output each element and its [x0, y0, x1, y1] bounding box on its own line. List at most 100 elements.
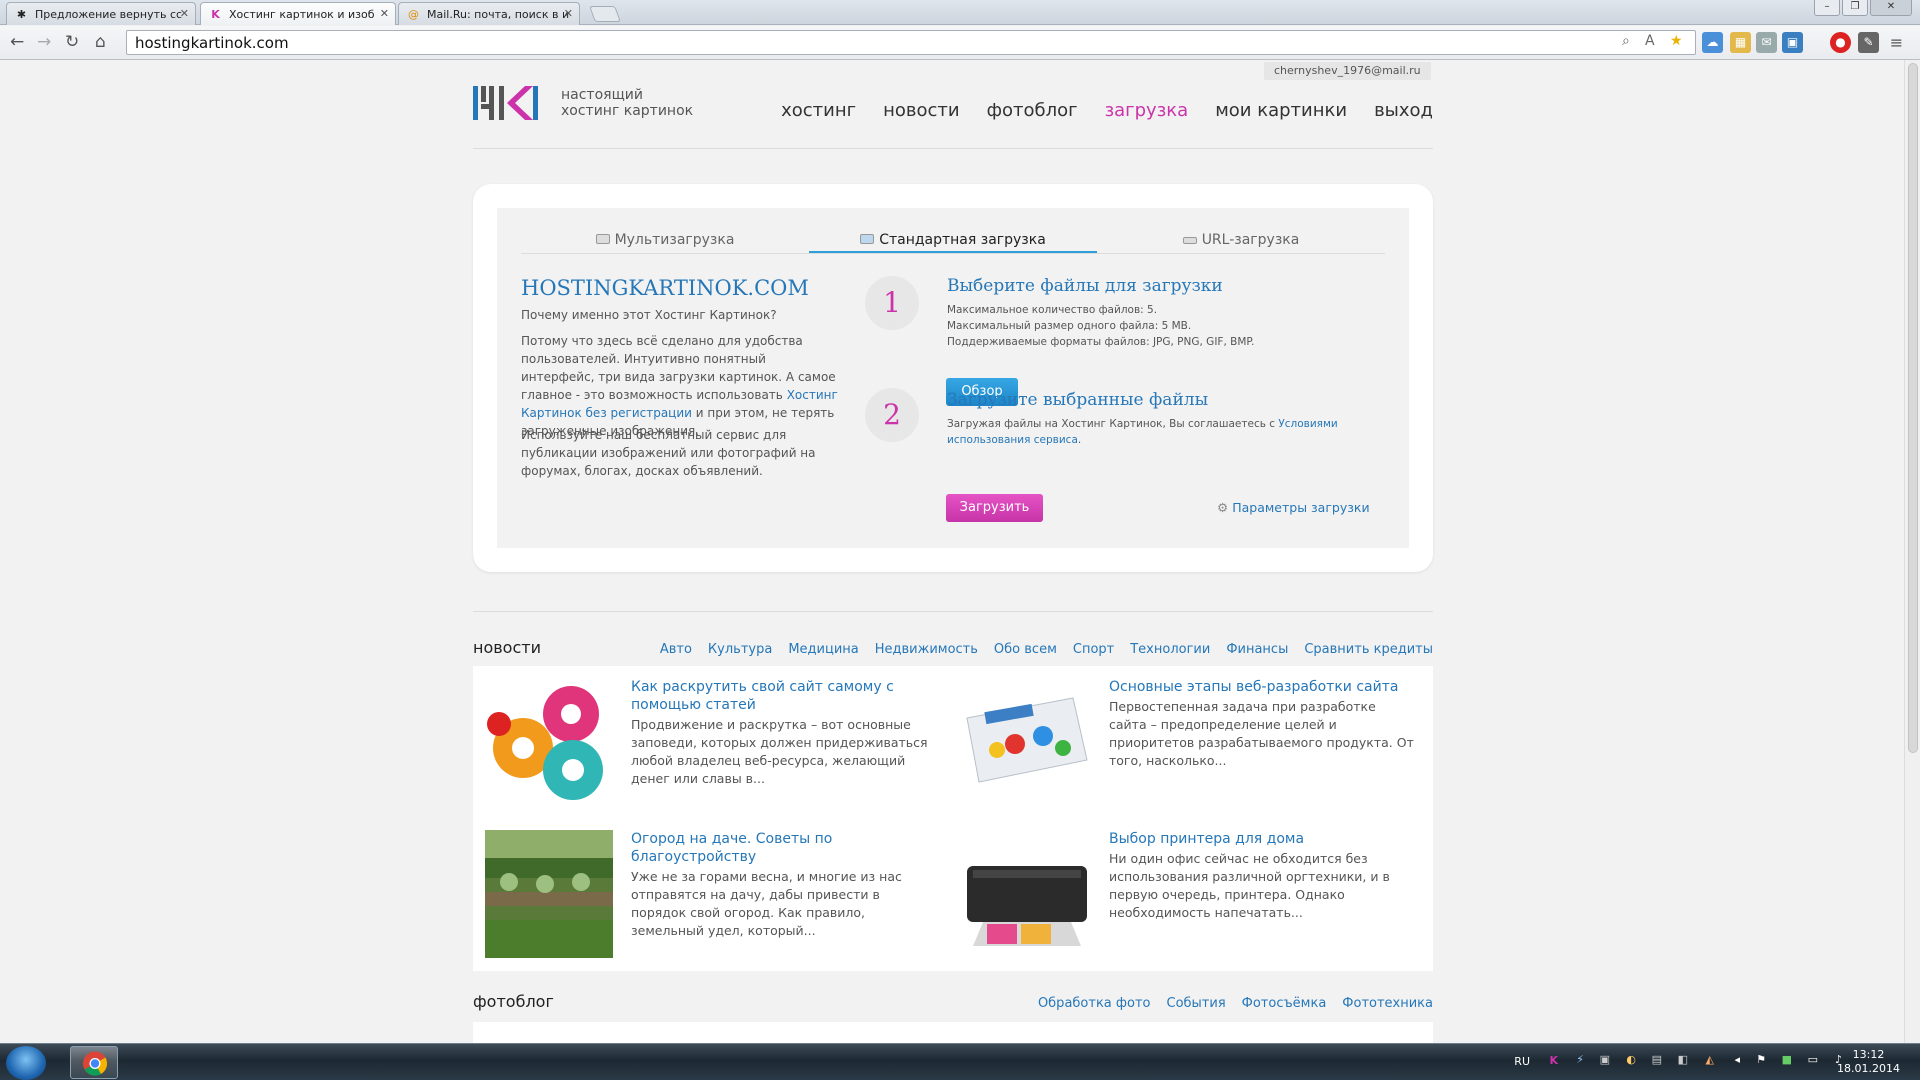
menu-icon[interactable]: ≡ [1886, 32, 1907, 53]
tray-flag-icon[interactable]: ⚑ [1756, 1053, 1766, 1066]
news-header: новости Авто Культура Медицина Недвижимо… [473, 638, 1433, 657]
tab-label: URL-загрузка [1201, 232, 1300, 248]
extension-weather-icon[interactable]: ☁ [1702, 32, 1723, 53]
scrollbar-thumb[interactable] [1908, 63, 1918, 753]
link-icon [1182, 237, 1197, 244]
news-category[interactable]: Спорт [1073, 642, 1114, 657]
extension-tools-icon[interactable]: ✎ [1858, 32, 1879, 53]
upload-params-link[interactable]: ⚙ Параметры загрузки [1217, 500, 1370, 515]
tray-app4-icon[interactable]: ◧ [1678, 1053, 1688, 1066]
gear-icon: ⚙ [1217, 500, 1229, 515]
extension-mail-icon[interactable]: ✉ [1756, 32, 1777, 53]
service-paragraph: Используйте наш бесплатный сервис для пу… [521, 428, 816, 478]
bookmark-star-icon[interactable]: ★ [1670, 33, 1683, 49]
logo-mark-icon [473, 86, 538, 120]
extension-adblock-icon[interactable]: ● [1830, 32, 1851, 53]
garden-image[interactable] [485, 830, 613, 958]
params-label: Параметры загрузки [1232, 500, 1370, 515]
news-item-text: Первостепенная задача при разработке сай… [1109, 699, 1414, 768]
nav-photoblog[interactable]: фотоблог [987, 100, 1078, 121]
tab-title: Предложение вернуть сс [35, 8, 183, 21]
photoblog-list [473, 1022, 1433, 1043]
photoblog-category[interactable]: Фототехника [1342, 996, 1433, 1011]
formats-text: Поддерживаемые форматы файлов: JPG, PNG,… [947, 336, 1255, 348]
address-bar[interactable]: hostingkartinok.com [126, 30, 1696, 55]
news-item-title[interactable]: Выбор принтера для дома [1109, 830, 1409, 848]
nav-hosting[interactable]: хостинг [781, 100, 856, 121]
clock-date: 18.01.2014 [1837, 1062, 1900, 1075]
news-item-text: Уже не за горами весна, и многие из нас … [631, 869, 902, 938]
logo-line-2: хостинг картинок [561, 103, 694, 119]
news-category[interactable]: Финансы [1226, 642, 1288, 657]
extension-screen-icon[interactable]: ▣ [1782, 32, 1803, 53]
reload-icon[interactable]: ↻ [65, 34, 79, 51]
news-category[interactable]: Недвижимость [875, 642, 978, 657]
news-category[interactable]: Технологии [1130, 642, 1210, 657]
page-scrollbar[interactable] [1904, 60, 1920, 1043]
news-category[interactable]: Обо всем [994, 642, 1057, 657]
tab-close-icon[interactable]: ✕ [380, 7, 389, 20]
close-window-button[interactable]: ✕ [1870, 0, 1912, 16]
home-icon[interactable]: ⌂ [95, 34, 106, 51]
nav-logout[interactable]: выход [1374, 100, 1433, 121]
news-item-text: Ни один офис сейчас не обходится без исп… [1109, 851, 1390, 920]
window-controls: – ❐ ✕ [1814, 0, 1912, 16]
tab-multi-upload[interactable]: Мультизагрузка [521, 228, 809, 253]
printer-image[interactable] [963, 830, 1091, 958]
tray-app3-icon[interactable]: ▤ [1652, 1053, 1662, 1066]
tray-app2-icon[interactable]: ◐ [1626, 1053, 1636, 1066]
site-logo[interactable]: настоящий хостинг картинок [473, 84, 693, 122]
news-category[interactable]: Авто [660, 642, 692, 657]
logo-tagline: настоящий хостинг картинок [561, 87, 693, 119]
system-clock[interactable]: 13:12 18.01.2014 [1837, 1048, 1900, 1076]
tab-close-icon[interactable]: ✕ [180, 7, 189, 20]
photoblog-category[interactable]: Фотосъёмка [1242, 996, 1327, 1011]
news-item-title[interactable]: Огород на даче. Советы по благоустройств… [631, 830, 931, 866]
news-category[interactable]: Сравнить кредиты [1304, 642, 1433, 657]
photoblog-categories: Обработка фото События Фотосъёмка Фототе… [1038, 996, 1433, 1011]
tray-display-icon[interactable]: ▭ [1808, 1053, 1818, 1066]
garden-photo-icon [485, 830, 613, 958]
tab-close-icon[interactable]: ✕ [564, 7, 573, 20]
news-item-title[interactable]: Как раскрутить свой сайт самому с помощь… [631, 678, 931, 714]
start-button[interactable] [6, 1046, 46, 1080]
tab-standard-upload[interactable]: Стандартная загрузка [809, 228, 1097, 253]
maximize-button[interactable]: ❐ [1842, 0, 1868, 16]
browser-tab[interactable]: @ Mail.Ru: почта, поиск в и ✕ [398, 2, 580, 25]
news-category[interactable]: Медицина [788, 642, 858, 657]
nav-news[interactable]: новости [883, 100, 959, 121]
agreement-end: . [1077, 434, 1082, 446]
news-item-title[interactable]: Основные этапы веб-разработки сайта [1109, 678, 1409, 696]
tab-favicon-icon: K [211, 8, 220, 21]
photoblog-category[interactable]: Обработка фото [1038, 996, 1151, 1011]
chrome-icon [83, 1051, 108, 1076]
search-icon[interactable]: ⌕ [1622, 33, 1630, 49]
tray-hosting-icon[interactable]: K [1549, 1054, 1558, 1067]
tray-nvidia-icon[interactable]: ■ [1782, 1053, 1792, 1066]
forward-arrow-icon[interactable]: → [37, 34, 51, 51]
tray-volume-icon[interactable]: ◂ [1734, 1053, 1740, 1066]
tab-url-upload[interactable]: URL-загрузка [1097, 228, 1385, 253]
tray-app5-icon[interactable]: ◭ [1706, 1053, 1714, 1066]
website-keyboard-image[interactable] [963, 678, 1091, 806]
news-item: Огород на даче. Советы по благоустройств… [473, 818, 943, 958]
news-category[interactable]: Культура [708, 642, 772, 657]
translate-icon[interactable]: A [1645, 33, 1655, 49]
user-email[interactable]: chernyshev_1976@mail.ru [1264, 62, 1431, 80]
tray-app-icon[interactable]: ▣ [1600, 1053, 1610, 1066]
site-heading: HOSTINGKARTINOK.COM [521, 276, 809, 300]
extension-calendar-icon[interactable]: ▦ [1730, 32, 1751, 53]
photoblog-category[interactable]: События [1167, 996, 1226, 1011]
back-arrow-icon[interactable]: ← [10, 34, 24, 51]
nav-upload[interactable]: загрузка [1105, 100, 1189, 121]
new-tab-button[interactable] [589, 6, 621, 22]
browser-tab-active[interactable]: K Хостинг картинок и изоб ✕ [200, 2, 396, 25]
tray-network-icon[interactable]: ⚡ [1576, 1053, 1584, 1066]
language-indicator[interactable]: RU [1514, 1055, 1530, 1068]
upload-button[interactable]: Загрузить [946, 494, 1043, 522]
taskbar-chrome-button[interactable] [70, 1046, 118, 1079]
nav-my-images[interactable]: мои картинки [1215, 100, 1347, 121]
gears-image[interactable] [485, 678, 613, 806]
browser-tab[interactable]: ✱ Предложение вернуть сс ✕ [6, 2, 196, 25]
minimize-button[interactable]: – [1814, 0, 1840, 16]
